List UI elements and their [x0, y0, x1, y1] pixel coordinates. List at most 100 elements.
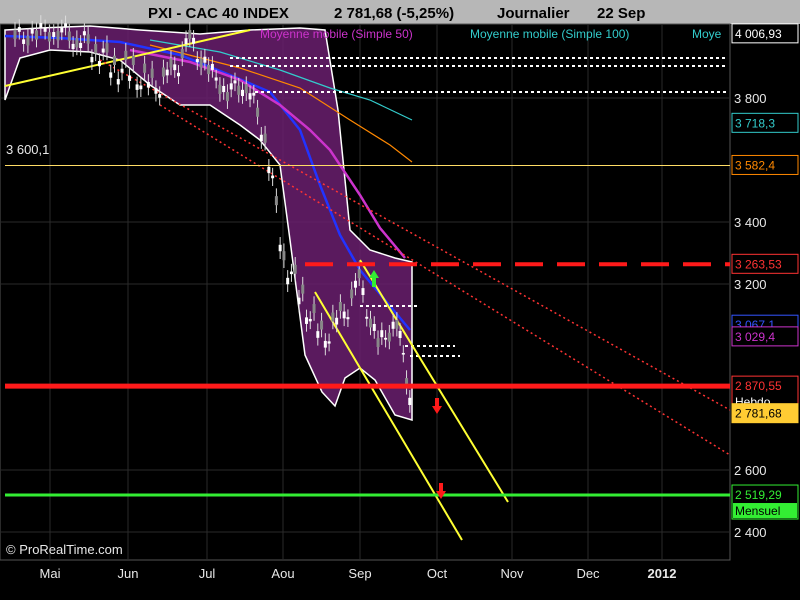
candle-body: [256, 107, 260, 117]
candle-body: [113, 55, 116, 65]
candle-body: [338, 302, 342, 311]
left-level-label: 3 600,1: [6, 142, 49, 157]
candle-body: [350, 289, 354, 299]
candle-body: [203, 56, 207, 63]
candle-body: [244, 84, 248, 94]
candle-body: [165, 69, 169, 76]
candle-body: [124, 50, 128, 61]
candle-body: [289, 271, 293, 275]
candle-body: [225, 92, 229, 102]
candle-body: [188, 29, 192, 40]
price-tag-value: 4 006,93: [735, 27, 782, 41]
candle-body: [207, 64, 211, 75]
candle-body: [252, 92, 256, 96]
candle-body: [398, 330, 402, 339]
candle-body: [173, 64, 177, 71]
candle-body: [301, 284, 305, 294]
y-tick-label: 2 400: [734, 525, 767, 540]
candle-body: [116, 79, 120, 85]
legend-ma100: Moyenne mobile (Simple 100): [470, 27, 629, 41]
candle-body: [192, 37, 196, 44]
candle-body: [52, 32, 56, 37]
candle-body: [13, 29, 17, 40]
candle-body: [401, 352, 405, 355]
candle-body: [161, 67, 165, 77]
candle-body: [143, 63, 147, 73]
x-axis: Mai Jun Jul Aou Sep Oct Nov Dec 2012: [40, 566, 677, 581]
candle-body: [94, 44, 98, 54]
candle-body: [71, 43, 75, 49]
x-tick-label: Dec: [576, 566, 600, 581]
legend-ma50: Moyenne mobile (Simple 50): [260, 27, 413, 41]
candle-body: [361, 288, 365, 295]
candle-body: [263, 133, 267, 143]
candle-body: [278, 244, 282, 252]
candle-body: [384, 337, 388, 340]
price-tag-value: 2 781,68: [735, 407, 782, 421]
candle-body: [353, 280, 357, 288]
watermark: © ProRealTime.com: [6, 542, 123, 557]
candle-body: [331, 312, 335, 322]
candle-body: [387, 332, 391, 342]
chart-title: PXI - CAC 40 INDEX: [148, 5, 289, 22]
candle-body: [297, 297, 301, 305]
candle-body: [408, 397, 412, 405]
price-tag-value: 3 582,4: [735, 158, 775, 172]
candle-body: [60, 27, 64, 33]
candle-body: [30, 28, 34, 34]
price-tag-value: 3 263,53: [735, 257, 782, 271]
candle-body: [248, 93, 252, 100]
candle-body: [82, 31, 86, 36]
x-tick-label: Aou: [271, 566, 294, 581]
price-tag-value: 3 718,3: [735, 116, 775, 130]
candle-body: [357, 269, 361, 279]
candle-body: [169, 58, 173, 68]
candle-body: [90, 57, 94, 63]
candle-body: [376, 338, 380, 348]
candle-body: [320, 320, 324, 330]
candle-body: [43, 27, 47, 32]
candle-body: [380, 330, 384, 338]
y-tick-label: 3 400: [734, 215, 767, 230]
candle-body: [86, 34, 90, 44]
candle-body: [128, 75, 132, 81]
legend-ma-extra: Moye: [692, 27, 722, 41]
candle-body: [391, 321, 395, 329]
candle-body: [97, 61, 101, 67]
candle-body: [323, 340, 327, 348]
candle-body: [35, 30, 39, 40]
candle-body: [241, 89, 245, 97]
candle-body: [67, 31, 71, 41]
candle-body: [210, 63, 214, 70]
candle-body: [267, 166, 271, 174]
chart-price: 2 781,68 (-5,25%): [334, 5, 454, 22]
candle-body: [146, 81, 150, 88]
candle-body: [286, 277, 290, 285]
y-tick-label: 2 600: [734, 463, 767, 478]
candle-body: [259, 134, 263, 142]
candle-body: [120, 68, 124, 73]
chart-date: 22 Sep: [597, 5, 645, 22]
price-tag-note: Mensuel: [735, 504, 780, 518]
candle-body: [218, 84, 222, 94]
y-tick-label: 3 800: [734, 91, 767, 106]
candle-body: [17, 27, 21, 32]
candle-body: [233, 80, 237, 84]
candle-body: [372, 323, 376, 331]
price-tag-value: 3 029,4: [735, 330, 775, 344]
candle-body: [79, 42, 83, 49]
x-tick-label: Oct: [427, 566, 448, 581]
candle-body: [109, 72, 113, 78]
x-tick-label: Mai: [40, 566, 61, 581]
candle-body: [342, 311, 346, 319]
candle-body: [135, 84, 139, 90]
candle-body: [105, 43, 109, 53]
candle-body: [395, 319, 399, 329]
chart-period: Journalier: [497, 5, 570, 22]
price-tag-value: 2 519,29: [735, 488, 782, 502]
candle-body: [39, 22, 43, 28]
candle-body: [365, 316, 369, 319]
candle-body: [180, 49, 184, 59]
candle-body: [293, 264, 297, 274]
candle-body: [26, 36, 30, 46]
